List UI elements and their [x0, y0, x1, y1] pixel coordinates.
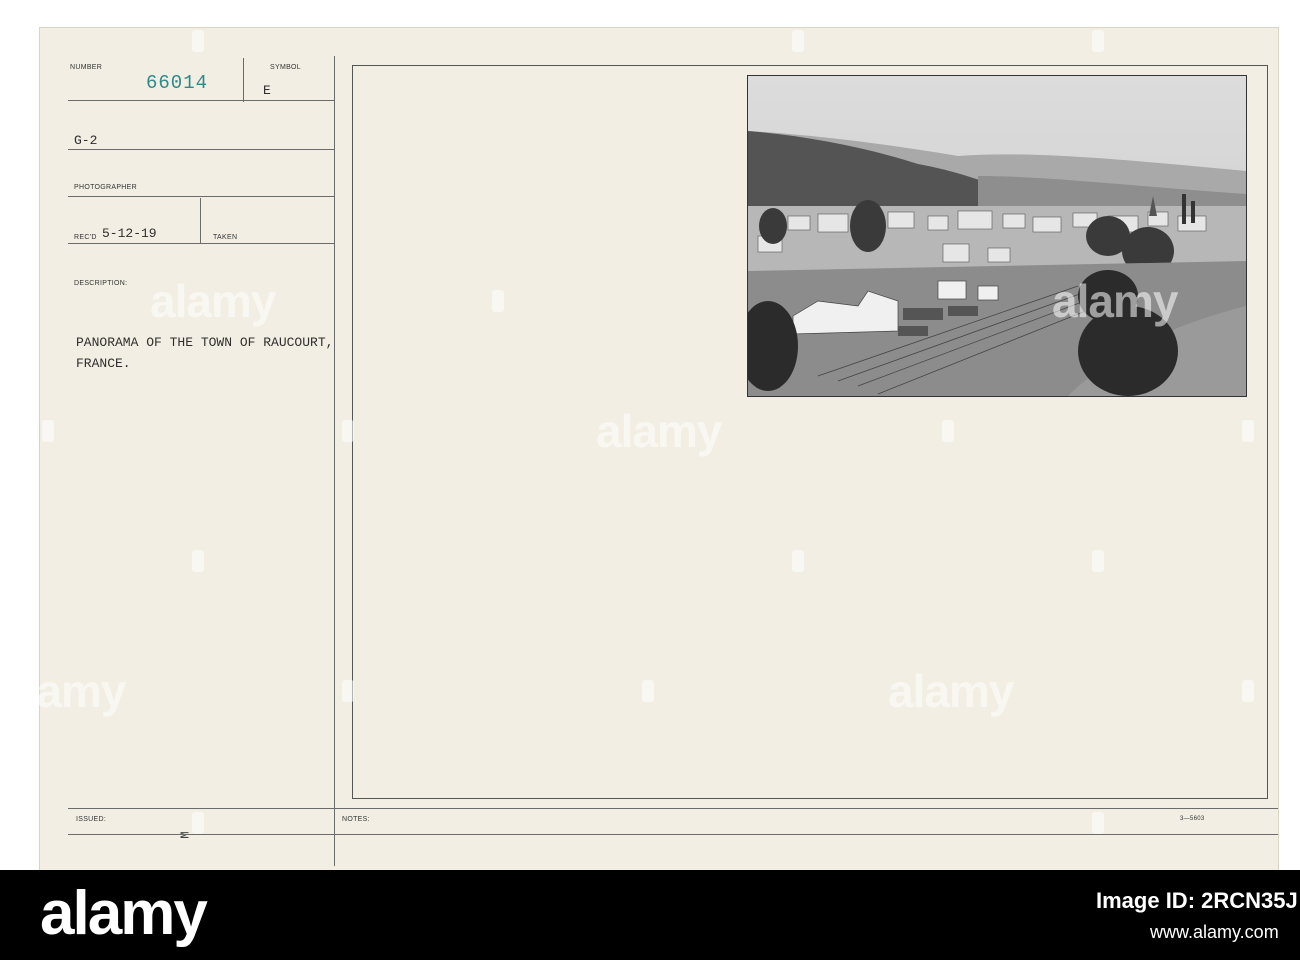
issued-label: ISSUED: [76, 816, 107, 823]
recd-label: REC'D [74, 234, 97, 241]
photographer-label: PHOTOGRAPHER [74, 184, 137, 191]
watermark: alamy [1052, 275, 1178, 327]
divider [68, 243, 334, 244]
divider [68, 100, 334, 101]
description-label: DESCRIPTION: [74, 280, 128, 287]
watermark: alamy [596, 405, 722, 457]
watermark-mark [792, 550, 804, 572]
watermark-mark [342, 420, 354, 442]
alamy-logo: alamy [40, 879, 208, 948]
watermark-mark [42, 420, 54, 442]
watermark-mark [342, 680, 354, 702]
town-panorama-image [748, 76, 1246, 396]
watermark-mark [192, 812, 204, 834]
watermark-mark [1092, 30, 1104, 52]
divider [200, 198, 201, 244]
issued-mark: M [178, 831, 193, 839]
watermark: alamy [0, 665, 126, 717]
number-value: 66014 [146, 72, 209, 94]
site-url: www.alamy.com [1150, 922, 1279, 942]
watermark-mark [192, 30, 204, 52]
watermark: alamy [150, 275, 276, 327]
watermark: alamy [888, 665, 1014, 717]
form-number: 3—5603 [1180, 816, 1205, 822]
image-id: Image ID: 2RCN35J [1096, 888, 1298, 913]
panorama-photo [747, 75, 1247, 397]
notes-label: NOTES: [342, 816, 370, 823]
divider [68, 834, 1278, 835]
symbol-value: E [263, 83, 271, 98]
description-line2: FRANCE. [76, 356, 131, 371]
watermark-mark [642, 680, 654, 702]
column-divider [334, 56, 335, 866]
divider [68, 196, 334, 197]
watermark-mark [192, 550, 204, 572]
divider [68, 808, 1278, 809]
recd-value: 5-12-19 [102, 226, 157, 241]
divider [68, 149, 334, 150]
unit-value: G-2 [74, 133, 98, 148]
number-label: NUMBER [70, 64, 103, 71]
symbol-label: SYMBOL [270, 64, 301, 71]
divider [243, 58, 244, 102]
watermark-mark [1242, 680, 1254, 702]
watermark-mark [492, 290, 504, 312]
watermark-mark [942, 420, 954, 442]
watermark-mark [1242, 420, 1254, 442]
description-line1: PANORAMA OF THE TOWN OF RAUCOURT, [76, 335, 334, 350]
watermark-mark [792, 30, 804, 52]
watermark-mark [1092, 812, 1104, 834]
taken-label: TAKEN [213, 234, 238, 241]
watermark-mark [1092, 550, 1104, 572]
